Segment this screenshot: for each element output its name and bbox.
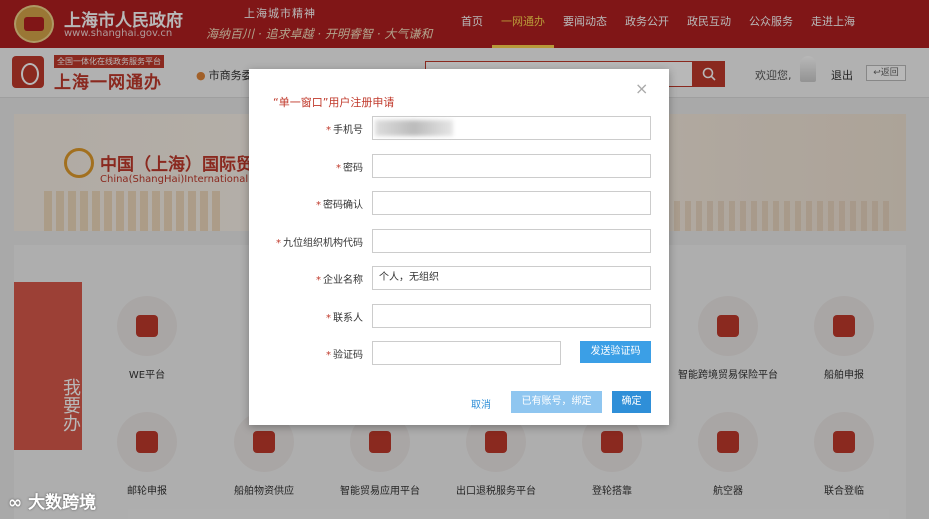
captcha-label: * 验证码	[326, 350, 363, 361]
register-modal: × “单一窗口”用户注册申请 * 手机号 * 密码 * 密码确认 * 九位组织机构代码 …	[249, 69, 669, 425]
password-confirm-field[interactable]	[372, 191, 651, 215]
captcha-field[interactable]	[372, 341, 561, 365]
contact-field[interactable]	[372, 304, 651, 328]
password-label: * 密码	[336, 163, 363, 174]
field-row-org-code: * 九位组织机构代码	[249, 229, 669, 253]
field-row-phone: * 手机号	[249, 116, 669, 140]
bind-account-button[interactable]: 已有账号，绑定	[511, 391, 602, 413]
company-field[interactable]: 个人，无组织	[372, 266, 651, 290]
password-field[interactable]	[372, 154, 651, 178]
modal-title: “单一窗口”用户注册申请	[273, 96, 395, 109]
close-icon[interactable]: ×	[635, 79, 648, 98]
phone-redaction	[375, 120, 453, 136]
cancel-button[interactable]: 取消	[471, 396, 491, 411]
contact-label: * 联系人	[326, 313, 363, 324]
watermark: ∞ 大数跨境	[8, 493, 97, 513]
send-code-button[interactable]: 发送验证码	[580, 341, 651, 363]
phone-label: * 手机号	[326, 125, 363, 136]
org-code-label: * 九位组织机构代码	[276, 238, 363, 249]
company-label: * 企业名称	[316, 275, 363, 286]
field-row-password-confirm: * 密码确认	[249, 191, 669, 215]
field-row-password: * 密码	[249, 154, 669, 178]
org-code-field[interactable]	[372, 229, 651, 253]
field-row-company: * 企业名称 个人，无组织	[249, 266, 669, 290]
field-row-contact: * 联系人	[249, 304, 669, 328]
password-confirm-label: * 密码确认	[316, 200, 363, 211]
confirm-button[interactable]: 确定	[612, 391, 651, 413]
